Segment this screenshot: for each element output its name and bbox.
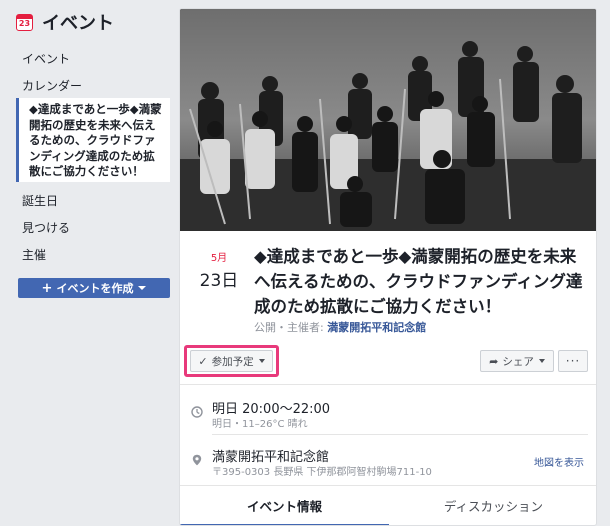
event-day: 23日 <box>199 271 239 291</box>
sidebar: 23 イベント イベント カレンダー ◆達成まであと一歩◆満蒙開拓の歴史を未来へ… <box>0 0 176 526</box>
sidebar-title: イベント <box>42 13 114 34</box>
divider <box>212 434 588 435</box>
share-arrow-icon: ➦ <box>489 354 499 368</box>
sidebar-item-current-event[interactable]: ◆達成まであと一歩◆満蒙開拓の歴史を未来へ伝えるための、クラウドファンディング達… <box>16 98 170 182</box>
show-map-link[interactable]: 地図を表示 <box>534 454 584 469</box>
event-month: 5月 <box>210 253 228 264</box>
event-host-line: 公開・主催者: 満蒙開拓平和記念館 <box>254 319 426 335</box>
create-event-label: イベントを作成 <box>56 282 134 295</box>
event-location-address: 〒395-0303 長野県 下伊那郡阿智村駒場711-10 <box>212 467 432 478</box>
going-label: 参加予定 <box>211 355 254 368</box>
event-title: ◆達成まであと一歩◆満蒙開拓の歴史を未来へ伝えるための、クラウドファンディング達… <box>254 247 583 316</box>
going-button[interactable]: ✓ 参加予定 <box>190 350 273 372</box>
check-icon: ✓ <box>198 354 208 368</box>
sidebar-item-discover[interactable]: 見つける <box>22 219 70 236</box>
clock-icon <box>191 406 203 418</box>
event-date: 5月 23日 <box>196 249 242 291</box>
tab-discussion[interactable]: ディスカッション <box>389 486 596 524</box>
sidebar-header: 23 イベント <box>16 10 114 34</box>
host-link[interactable]: 満蒙開拓平和記念館 <box>327 321 426 334</box>
host-prefix: 公開・主催者: <box>254 321 328 334</box>
event-cover-photo <box>180 9 596 231</box>
sidebar-item-hosting[interactable]: 主催 <box>22 246 46 263</box>
plus-icon: + <box>41 280 53 296</box>
sidebar-item-calendar[interactable]: カレンダー <box>22 77 82 94</box>
chevron-down-icon <box>538 359 545 363</box>
share-label: シェア <box>502 355 534 368</box>
event-tabs: イベント情報 ディスカッション <box>180 486 596 525</box>
create-event-button[interactable]: + イベントを作成 <box>18 278 170 298</box>
location-pin-icon <box>192 454 202 466</box>
sidebar-item-events[interactable]: イベント <box>22 50 70 67</box>
event-card: 5月 23日 ◆達成まであと一歩◆満蒙開拓の歴史を未来へ伝えるための、クラウドフ… <box>179 8 597 526</box>
calendar-icon: 23 <box>16 13 33 31</box>
tab-about[interactable]: イベント情報 <box>180 486 389 525</box>
event-weather: 明日・11–26°C 晴れ <box>212 419 308 430</box>
more-options-button[interactable]: ··· <box>558 350 588 372</box>
sidebar-item-birthdays[interactable]: 誕生日 <box>22 192 58 209</box>
chevron-down-icon <box>258 359 265 363</box>
divider <box>180 384 596 385</box>
share-button[interactable]: ➦ シェア <box>480 350 554 372</box>
chevron-down-icon <box>138 286 147 290</box>
